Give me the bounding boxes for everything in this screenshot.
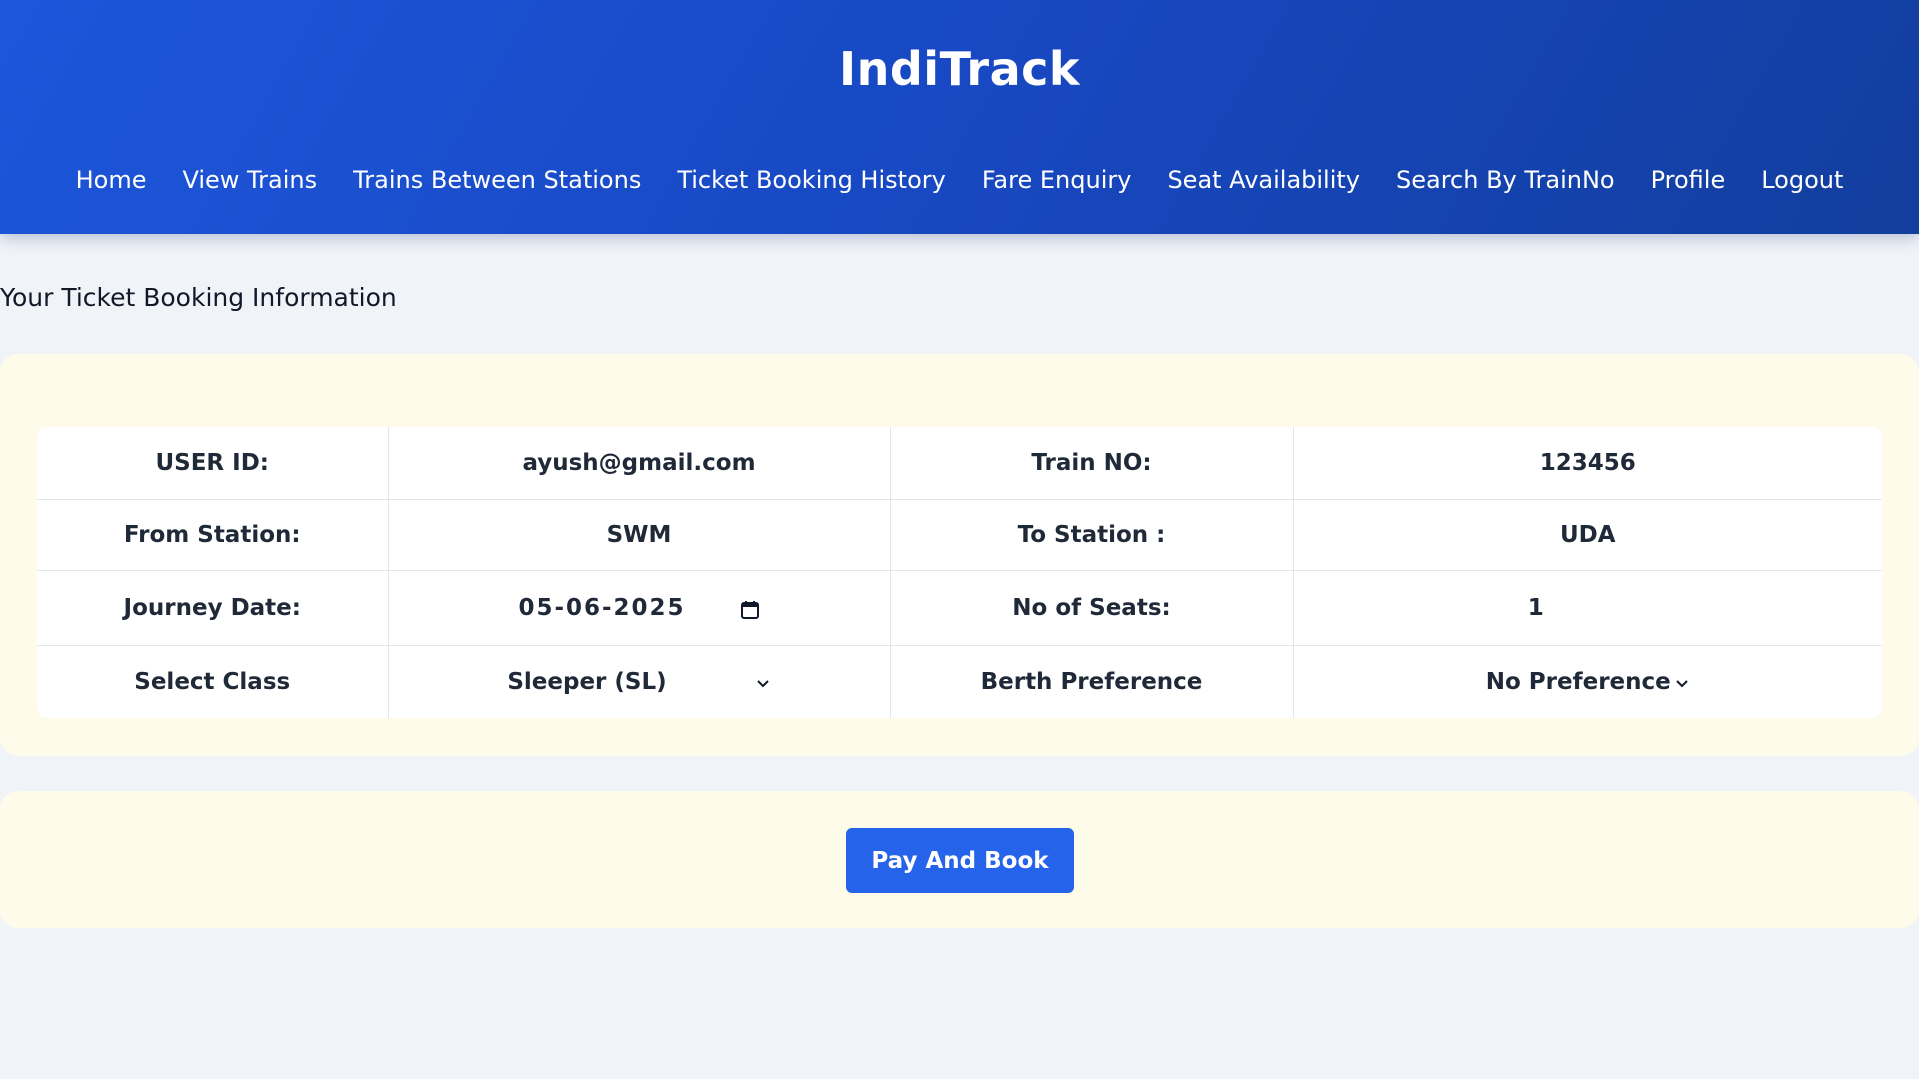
journey-date-cell: 05-06-2025	[388, 570, 891, 646]
berth-select-value: No Preference	[1485, 668, 1671, 695]
to-station-label: To Station :	[890, 499, 1294, 571]
nav-search-by-trainno[interactable]: Search By TrainNo	[1396, 160, 1615, 200]
seats-input[interactable]: 1	[1388, 595, 1788, 621]
user-id-value: ayush@gmail.com	[388, 427, 891, 500]
from-station-label: From Station:	[37, 499, 389, 571]
table-row: USER ID: ayush@gmail.com Train NO: 12345…	[37, 427, 1882, 500]
journey-date-field[interactable]: 05-06-2025	[518, 595, 759, 621]
table-row: From Station: SWM To Station : UDA	[37, 499, 1882, 571]
journey-date-label: Journey Date:	[37, 570, 389, 646]
class-label: Select Class	[37, 645, 389, 718]
nav-profile[interactable]: Profile	[1651, 160, 1726, 200]
class-select-value: Sleeper (SL)	[507, 668, 667, 695]
chevron-down-icon	[1676, 680, 1688, 688]
booking-info-card: USER ID: ayush@gmail.com Train NO: 12345…	[0, 354, 1919, 756]
action-card: Pay And Book	[0, 791, 1919, 928]
table-row: Journey Date: 05-06-2025 No of Seats: 1	[37, 570, 1882, 646]
nav-seat-availability[interactable]: Seat Availability	[1167, 160, 1360, 200]
nav-logout[interactable]: Logout	[1761, 160, 1843, 200]
train-no-label: Train NO:	[890, 427, 1294, 500]
berth-select[interactable]: No Preference	[1486, 669, 1690, 695]
nav-trains-between-stations[interactable]: Trains Between Stations	[353, 160, 641, 200]
nav-fare-enquiry[interactable]: Fare Enquiry	[982, 160, 1132, 200]
nav-view-trains[interactable]: View Trains	[182, 160, 317, 200]
from-station-value: SWM	[388, 499, 891, 571]
berth-label: Berth Preference	[890, 645, 1294, 718]
nav-home[interactable]: Home	[76, 160, 147, 200]
journey-date-value: 05-06-2025	[518, 594, 686, 621]
nav-ticket-booking-history[interactable]: Ticket Booking History	[677, 160, 946, 200]
seats-label: No of Seats:	[890, 570, 1294, 646]
brand-title[interactable]: IndiTrack	[0, 42, 1919, 96]
class-select[interactable]: Sleeper (SL)	[507, 669, 770, 695]
user-id-label: USER ID:	[37, 427, 389, 500]
pay-and-book-button[interactable]: Pay And Book	[846, 828, 1074, 893]
train-no-value: 123456	[1293, 427, 1882, 500]
chevron-down-icon	[756, 680, 769, 688]
booking-table: USER ID: ayush@gmail.com Train NO: 12345…	[37, 427, 1882, 718]
table-row: Select Class Sleeper (SL) Berth Preferen…	[37, 645, 1882, 718]
calendar-icon[interactable]	[740, 600, 760, 620]
seats-cell: 1	[1293, 570, 1882, 646]
berth-cell: No Preference	[1293, 645, 1882, 718]
class-cell: Sleeper (SL)	[388, 645, 891, 718]
page-heading: Your Ticket Booking Information	[0, 283, 397, 312]
main-nav: Home View Trains Trains Between Stations…	[0, 160, 1919, 200]
site-header: IndiTrack Home View Trains Trains Betwee…	[0, 0, 1919, 234]
to-station-value: UDA	[1293, 499, 1882, 571]
